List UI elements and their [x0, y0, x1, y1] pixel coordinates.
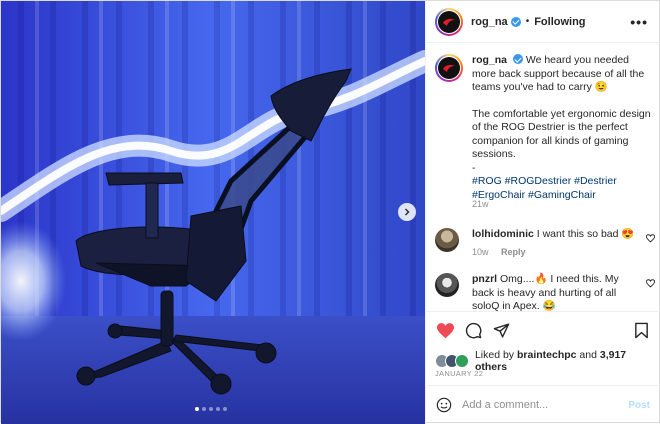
following-button[interactable]: Following [534, 16, 585, 28]
post-comment-button[interactable]: Post [628, 400, 650, 411]
comment-icon[interactable] [465, 322, 482, 339]
caption-time: 21w [472, 199, 489, 209]
post-actions [426, 311, 660, 351]
header-separator: • [525, 16, 530, 27]
post-caption: rog_na We heard you needed more back sup… [435, 54, 655, 202]
author-username[interactable]: rog_na [471, 16, 508, 28]
more-options-icon[interactable]: ••• [630, 14, 648, 30]
comment-text: I want this so bad 😍 [536, 228, 635, 240]
carousel-dot [209, 407, 213, 411]
next-slide-button[interactable] [398, 203, 416, 221]
commenter-avatar[interactable] [435, 228, 459, 252]
reply-button[interactable]: Reply [501, 247, 526, 257]
comment-like-icon[interactable] [646, 279, 655, 288]
verified-icon [512, 54, 523, 64]
chair-photo [1, 1, 425, 424]
comment-input[interactable] [462, 399, 612, 411]
liker-username[interactable]: braintechpc [517, 349, 577, 361]
likes-connector: and [579, 349, 597, 361]
add-comment-bar: Post [426, 385, 660, 424]
comment-time: 10w [472, 246, 489, 257]
chevron-right-icon [405, 208, 410, 216]
post-side-panel: rog_na • Following ••• rog_na We heard y… [425, 1, 660, 424]
like-heart-icon[interactable] [436, 322, 455, 339]
caption-username[interactable]: rog_na [472, 54, 507, 66]
liker-avatar [454, 354, 469, 368]
comment-like-icon[interactable] [646, 234, 655, 243]
post-header: rog_na • Following ••• [426, 1, 660, 43]
comment-item: pnzrl Omg....🔥 I need this. My back is h… [435, 273, 655, 314]
comment-username[interactable]: lolhidominic [472, 228, 534, 240]
carousel-indicator [195, 407, 227, 411]
post-media[interactable] [1, 1, 425, 424]
caption-dash: - [472, 161, 476, 174]
likes-prefix: Liked by [474, 349, 515, 361]
comment-item: lolhidominic I want this so bad 😍 10w Re… [435, 228, 655, 257]
post-modal: rog_na • Following ••• rog_na We heard y… [0, 0, 660, 424]
share-icon[interactable] [493, 322, 510, 339]
caption-avatar[interactable] [435, 54, 463, 82]
carousel-dot [216, 407, 220, 411]
rog-logo-icon [443, 65, 455, 72]
commenter-avatar[interactable] [435, 273, 459, 297]
caption-line-2: The comfortable yet ergonomic design of … [472, 107, 651, 161]
caption-hashtags[interactable]: #ROG #ROGDestrier #Destrier #ErgoChair #… [472, 175, 655, 202]
carousel-dot [195, 407, 199, 411]
rog-logo-icon [443, 18, 455, 26]
save-bookmark-icon[interactable] [634, 322, 649, 339]
verified-icon [510, 16, 521, 27]
emoji-icon[interactable] [436, 397, 452, 413]
post-date: JANUARY 22 [435, 369, 484, 378]
carousel-dot [223, 407, 227, 411]
comment-username[interactable]: pnzrl [472, 273, 497, 285]
carousel-dot [202, 407, 206, 411]
author-avatar[interactable] [435, 7, 463, 36]
